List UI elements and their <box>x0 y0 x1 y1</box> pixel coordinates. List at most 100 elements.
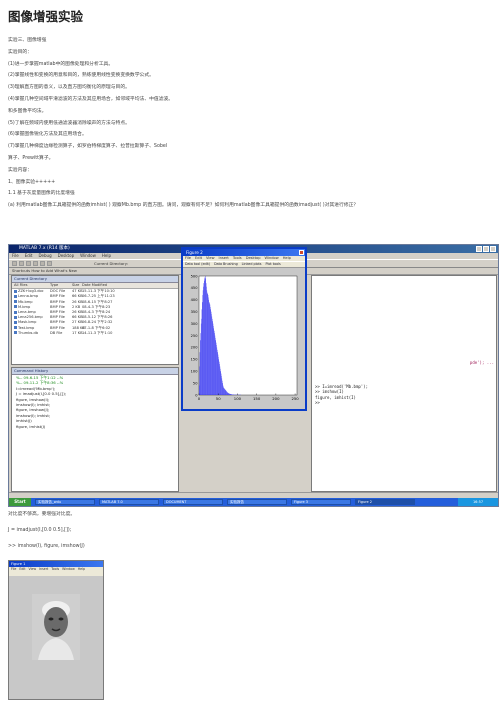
x-tick-label: 0 <box>198 396 201 401</box>
close-icon[interactable] <box>490 246 496 252</box>
command-history-pane: Command History %-- 09-6-15 下午1:12 --% %-… <box>11 367 179 492</box>
doc-line: 和多图像平均法。 <box>8 108 47 114</box>
taskbar-button[interactable]: 实验报告_wdu <box>35 499 95 505</box>
doc-line: 1、图像实验+++++ <box>8 179 56 185</box>
taskbar-button[interactable]: Figure 3 <box>291 499 351 505</box>
doc-line: 实验内容： <box>8 167 32 173</box>
current-directory-pane: Current Directory All Files Type Size Date … <box>11 275 179 365</box>
file-name: Test.bmp <box>18 325 35 330</box>
doc-line: 实验目的： <box>8 49 32 55</box>
menu-item-desktop[interactable]: Desktop <box>58 253 75 259</box>
open-folder-icon[interactable] <box>19 261 24 266</box>
figure-tool-item[interactable]: Data tool (edit) <box>185 262 210 267</box>
figure-menu-view[interactable]: View <box>206 256 215 261</box>
file-name: Lena256.bmp <box>18 315 43 320</box>
document-lines: 实验三、图像增强 实验目的： (1)进一步掌握matlab中的图像处理和分析工具。 (… <box>8 37 498 209</box>
document: 图像增强实验 实验三、图像增强 实验目的： (1)进一步掌握matlab中的图像处理… <box>8 6 498 214</box>
file-column-header[interactable]: Type <box>50 283 72 288</box>
maximize-icon[interactable] <box>483 246 489 252</box>
current-directory-header: Current Directory <box>12 276 178 283</box>
file-icon <box>14 305 17 309</box>
y-tick-label: 100 <box>191 370 199 374</box>
taskbar-button[interactable]: DOCUMENT <box>163 499 223 505</box>
file-name: Mb.bmp <box>18 299 33 304</box>
file-column-header[interactable]: Size <box>72 283 82 288</box>
command-window[interactable]: >> I=imread('Mb.bmp'); >> imshow(I) figure… <box>311 275 497 492</box>
image-menu-tools[interactable]: Tools <box>51 567 59 572</box>
doc-line: (7)掌握几种梯度边缘检测算子，如罗伯特梯度算子、拉普拉斯算子、Sobel <box>8 144 168 150</box>
figure-tool-item[interactable]: Data Brushing <box>214 262 238 267</box>
figure-menu-insert[interactable]: Insert <box>219 256 229 261</box>
taskbar-button[interactable]: MATLAB 7.0 <box>99 499 159 505</box>
undo-icon[interactable] <box>47 261 52 266</box>
image-menu-window[interactable]: Window <box>62 567 75 572</box>
file-column-header[interactable]: All Files <box>14 283 50 288</box>
file-icon <box>14 315 17 319</box>
command-line: >> <box>315 400 320 406</box>
file-cell: 14-11-3 下午1:10 <box>82 330 113 335</box>
figure-tool-item[interactable]: Linked plots <box>242 262 262 267</box>
image-figure-window[interactable]: Figure 1 File Edit View Insert Tools Window He… <box>8 560 104 700</box>
file-name: Lenna.bmp <box>18 294 39 299</box>
copy-icon[interactable] <box>33 261 38 266</box>
x-tick-label: 50 <box>216 396 221 401</box>
matlab-screenshot: MATLAB 7.x (R14 版本) File Edit Debug Desktop… <box>8 244 499 507</box>
image-menu-insert[interactable]: Insert <box>39 567 48 572</box>
menu-item-debug[interactable]: Debug <box>38 253 51 259</box>
y-tick-label: 250 <box>191 334 199 338</box>
figure-close-icon[interactable] <box>299 250 304 255</box>
figure-menu-file[interactable]: File <box>185 256 191 261</box>
y-tick-label: 500 <box>191 274 199 278</box>
file-icon <box>14 326 17 330</box>
y-tick-label: 50 <box>193 381 198 385</box>
doc-line: 算子、Prewitt算子。 <box>8 155 54 161</box>
y-tick-label: 200 <box>191 346 199 350</box>
image-menu-file[interactable]: File <box>11 567 16 572</box>
paste-icon[interactable] <box>40 261 45 266</box>
image-menu-help[interactable]: Help <box>78 567 85 572</box>
doc-line: (3)理解直方图的意义，以及直方图均衡化的原理与目的。 <box>8 85 130 91</box>
figure-menu-help[interactable]: Help <box>283 256 291 261</box>
doc-line: (5)了解在频域内使用低通滤波器消除噪声的方法与特点。 <box>8 120 130 126</box>
history-item[interactable]: figure, imhist(J) <box>12 424 178 429</box>
figure-menu-tools[interactable]: Tools <box>233 256 242 261</box>
minimize-icon[interactable] <box>476 246 482 252</box>
doc-line: >> imshow(I), figure, imshow(J) <box>8 544 85 549</box>
menu-item-help[interactable]: Help <box>102 253 111 259</box>
x-tick-label: 200 <box>272 396 280 401</box>
current-dir-label: Current Directory: <box>94 261 128 266</box>
file-column-header[interactable]: Date Modified <box>82 283 107 288</box>
file-icon <box>14 320 17 324</box>
image-menu-view[interactable]: View <box>29 567 37 572</box>
new-file-icon[interactable] <box>12 261 17 266</box>
matlab-window-title: MATLAB 7.x (R14 版本) <box>19 246 70 251</box>
image-display-area <box>9 576 103 699</box>
file-list: All Files Type Size Date Modified ZZK+log3.d… <box>12 283 178 336</box>
taskbar-button[interactable]: 实验报告 <box>227 499 287 505</box>
file-row[interactable]: Thumbs.db DB File 17 KB 14-11-3 下午1:10 <box>12 331 178 336</box>
figure-menu-edit[interactable]: Edit <box>195 256 202 261</box>
histogram-figure-window[interactable]: Figure 2 File Edit View Insert Tools Desktop W… <box>181 247 307 411</box>
file-icon <box>14 310 17 314</box>
command-output: pde'); ... <box>469 360 494 365</box>
histogram-chart: 0 50 100 150 200 2500501001502002503003504004… <box>191 274 300 401</box>
history-list: %-- 09-6-15 下午1:12 --% %-- 09-11-2 下午8:36… <box>12 375 178 429</box>
image-menu-edit[interactable]: Edit <box>19 567 25 572</box>
taskbar-button[interactable]: Figure 2 <box>355 499 415 505</box>
figure-menu-window[interactable]: Window <box>265 256 279 261</box>
menu-item-edit[interactable]: Edit <box>25 253 33 259</box>
file-icon <box>14 289 17 293</box>
document-after-lines: 对比度不够高，要增强对比度。 J = imadjust(I,[0.0 0.5],[… <box>8 511 498 559</box>
file-name: Lena.bmp <box>18 310 36 315</box>
menu-item-file[interactable]: File <box>12 253 19 259</box>
portrait-photo <box>32 594 80 660</box>
file-name: Mask.bmp <box>18 320 37 325</box>
start-button[interactable]: Start <box>9 498 31 506</box>
figure-tool-item[interactable]: Plot tools <box>266 262 281 267</box>
figure-menu-desktop[interactable]: Desktop <box>246 256 261 261</box>
file-icon <box>14 294 17 298</box>
menu-item-window[interactable]: Window <box>80 253 96 259</box>
cut-icon[interactable] <box>26 261 31 266</box>
system-tray-clock: 16:57 <box>458 498 498 506</box>
figure-title: Figure 2 <box>186 250 203 255</box>
